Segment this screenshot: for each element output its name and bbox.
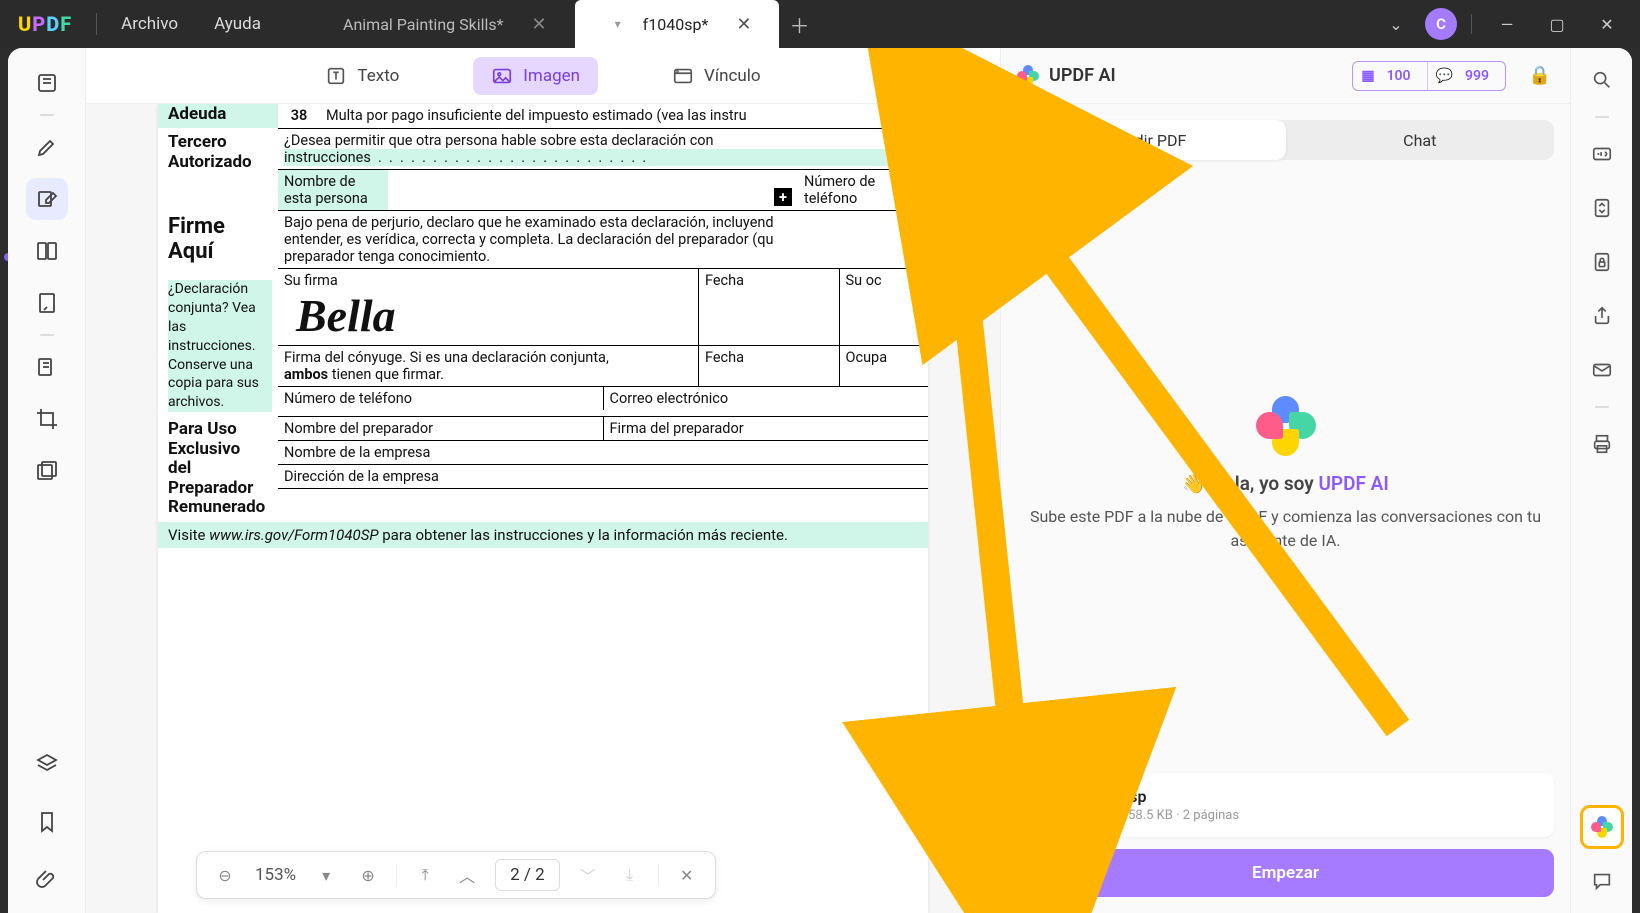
next-page-button[interactable]: ﹀ bbox=[574, 861, 602, 889]
pdf-page: Adeuda 38 Multa por pago insuficiente de… bbox=[158, 104, 928, 913]
input-field[interactable]: + bbox=[388, 169, 798, 210]
comment-icon[interactable] bbox=[1584, 863, 1620, 899]
menu-ayuda[interactable]: Ayuda bbox=[196, 14, 279, 34]
file-name: f1040sp bbox=[1087, 787, 1239, 806]
chevron-down-icon[interactable]: ⌄ bbox=[1375, 6, 1417, 42]
reader-icon[interactable] bbox=[26, 62, 68, 104]
crop-icon[interactable] bbox=[26, 398, 68, 440]
share-icon[interactable] bbox=[1584, 298, 1620, 334]
mail-icon[interactable] bbox=[1584, 352, 1620, 388]
updf-logo-icon bbox=[1017, 65, 1039, 87]
field-label: Número de teléfono bbox=[798, 169, 928, 210]
bookmark-icon[interactable] bbox=[26, 801, 68, 843]
zoom-dropdown[interactable]: ▾ bbox=[312, 861, 340, 889]
field-label: Fecha bbox=[698, 268, 839, 345]
edit-icon[interactable] bbox=[26, 178, 68, 220]
panel-title: UPDF AI bbox=[1049, 65, 1342, 86]
protect-icon[interactable] bbox=[1584, 244, 1620, 280]
field-label: Su oc bbox=[839, 268, 929, 345]
maximize-button[interactable]: ▢ bbox=[1536, 6, 1578, 42]
line-text: Multa por pago insuficiente del impuesto… bbox=[320, 104, 928, 128]
first-page-button[interactable]: ⤒ bbox=[411, 861, 439, 889]
document-viewport[interactable]: Adeuda 38 Multa por pago insuficiente de… bbox=[86, 104, 1000, 913]
print-icon[interactable] bbox=[1584, 426, 1620, 462]
zoom-level: 153% bbox=[255, 865, 296, 885]
page-input[interactable]: 2 / 2 bbox=[495, 859, 560, 891]
batch-icon[interactable] bbox=[26, 450, 68, 492]
convert-icon[interactable] bbox=[1584, 190, 1620, 226]
tab-inactive[interactable]: Animal Painting Skills* ✕ bbox=[303, 0, 575, 48]
close-pager-button[interactable]: ✕ bbox=[673, 861, 701, 889]
zoom-in-button[interactable]: ⊕ bbox=[354, 861, 382, 889]
tab-label: f1040sp* bbox=[643, 15, 709, 34]
tab-active[interactable]: ▾ f1040sp* ✕ bbox=[575, 0, 780, 48]
edit-text-button[interactable]: Texto bbox=[307, 57, 417, 95]
pager-toolbar: ⊖ 153% ▾ ⊕ ⤒ ︿ 2 / 2 ﹀ ⤓ ✕ bbox=[196, 851, 716, 899]
search-icon[interactable] bbox=[1584, 62, 1620, 98]
signature: Bella bbox=[284, 289, 692, 342]
edit-link-button[interactable]: Vínculo bbox=[654, 57, 779, 95]
right-toolbar bbox=[1570, 48, 1632, 913]
field-label: Nombre de esta persona bbox=[278, 169, 388, 210]
edit-image-button[interactable]: Imagen bbox=[473, 57, 598, 95]
credits-badge[interactable]: ▦ 100 💬 999 bbox=[1352, 61, 1506, 91]
divider bbox=[1471, 14, 1472, 34]
attachment-icon[interactable] bbox=[26, 859, 68, 901]
left-toolbar bbox=[8, 48, 86, 913]
close-button[interactable]: ✕ bbox=[1586, 6, 1628, 42]
ocr-icon[interactable] bbox=[1584, 136, 1620, 172]
minimize-button[interactable]: — bbox=[1486, 6, 1528, 42]
highlighter-icon[interactable] bbox=[26, 126, 68, 168]
updf-logo-icon bbox=[1256, 396, 1316, 456]
close-icon[interactable]: ✕ bbox=[532, 14, 547, 35]
line-number: 38 bbox=[278, 104, 320, 128]
layers-icon[interactable] bbox=[26, 743, 68, 785]
edit-subbar: Texto Imagen Vínculo bbox=[86, 48, 1000, 104]
divider bbox=[40, 334, 54, 336]
start-button[interactable]: Empezar bbox=[1017, 849, 1554, 897]
close-icon[interactable]: ✕ bbox=[736, 14, 751, 35]
menu-archivo[interactable]: Archivo bbox=[103, 14, 196, 34]
divider bbox=[96, 13, 97, 35]
divider bbox=[1595, 116, 1609, 118]
ai-toggle-button[interactable] bbox=[1580, 805, 1624, 849]
greeting-message: Sube este PDF a la nube de UPDF y comien… bbox=[1029, 505, 1542, 553]
chevron-down-icon[interactable]: ▾ bbox=[615, 17, 621, 31]
divider bbox=[1595, 406, 1609, 408]
tab-chat[interactable]: Chat bbox=[1286, 120, 1555, 160]
pages-icon[interactable] bbox=[26, 230, 68, 272]
zoom-out-button[interactable]: ⊖ bbox=[211, 861, 239, 889]
form-icon[interactable] bbox=[26, 282, 68, 324]
avatar[interactable]: C bbox=[1425, 8, 1457, 40]
plus-icon[interactable]: + bbox=[774, 188, 792, 206]
field-label: Su firma bbox=[284, 272, 692, 289]
tab-pedir-pdf[interactable]: Pedir PDF bbox=[1017, 120, 1286, 160]
last-page-button[interactable]: ⤓ bbox=[616, 861, 644, 889]
tab-label: Animal Painting Skills* bbox=[343, 15, 504, 34]
add-tab-button[interactable]: ＋ bbox=[779, 0, 819, 48]
file-card: ▲PDF f1040sp PDF · 158.5 KB · 2 páginas bbox=[1017, 773, 1554, 837]
app-logo: UPDF bbox=[0, 12, 90, 36]
divider bbox=[40, 114, 54, 116]
file-detail: PDF · 158.5 KB · 2 páginas bbox=[1087, 808, 1239, 823]
ai-panel: UPDF AI ▦ 100 💬 999 🔒 Pedir PDF Chat 👋 H… bbox=[1000, 48, 1570, 913]
lock-icon[interactable]: 🔒 bbox=[1526, 62, 1554, 90]
prev-page-button[interactable]: ︿ bbox=[453, 861, 481, 889]
redact-icon[interactable] bbox=[26, 346, 68, 388]
greeting: 👋 Hola, yo soy UPDF AI bbox=[1182, 472, 1389, 495]
pdf-icon: ▲PDF bbox=[1033, 785, 1073, 825]
